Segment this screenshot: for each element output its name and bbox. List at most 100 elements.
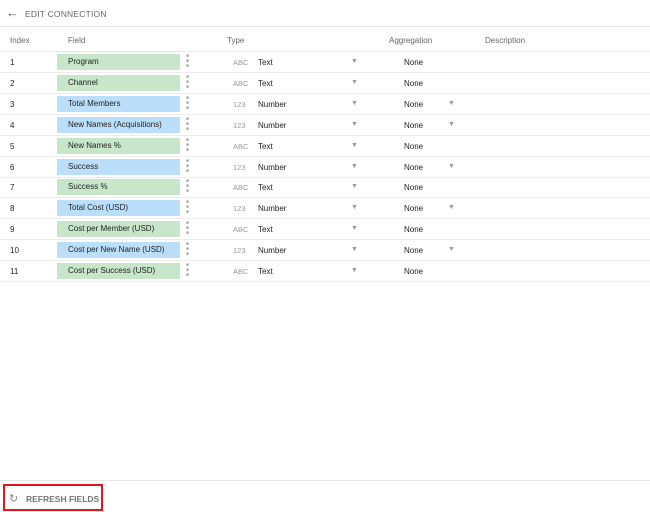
field-chip[interactable]: Program bbox=[57, 54, 180, 70]
row-index: 6 bbox=[10, 162, 15, 172]
top-bar: ← EDIT CONNECTION bbox=[0, 0, 650, 27]
type-select[interactable]: Text bbox=[258, 142, 273, 151]
more-vert-icon[interactable]: • • • bbox=[185, 93, 190, 113]
aggregation-dropdown-arrow-icon[interactable]: ▼ bbox=[448, 121, 455, 128]
table-row: 7 Success % • • • ABC Text ▼ None bbox=[0, 177, 650, 199]
table-row: 6 Success • • • 123 Number ▼ None ▼ bbox=[0, 156, 650, 178]
table-row: 5 New Names % • • • ABC Text ▼ None bbox=[0, 135, 650, 157]
type-icon: ABC bbox=[233, 141, 249, 151]
table-row: 2 Channel • • • ABC Text ▼ None bbox=[0, 72, 650, 94]
type-icon: ABC bbox=[233, 78, 249, 88]
type-dropdown-arrow-icon[interactable]: ▼ bbox=[351, 100, 358, 107]
type-select[interactable]: Text bbox=[258, 225, 273, 234]
more-vert-icon[interactable]: • • • bbox=[185, 240, 190, 260]
row-index: 5 bbox=[10, 141, 15, 151]
field-chip[interactable]: Success bbox=[57, 158, 180, 175]
type-select[interactable]: Text bbox=[258, 79, 273, 88]
type-icon: 123 bbox=[233, 246, 246, 256]
type-select[interactable]: Text bbox=[258, 183, 273, 192]
field-chip[interactable]: Total Cost (USD) bbox=[57, 200, 180, 217]
aggregation-select[interactable]: None bbox=[404, 121, 423, 130]
more-vert-icon[interactable]: • • • bbox=[185, 135, 190, 155]
aggregation-select[interactable]: None bbox=[404, 204, 423, 213]
type-select[interactable]: Text bbox=[258, 58, 273, 67]
type-dropdown-arrow-icon[interactable]: ▼ bbox=[351, 163, 358, 170]
column-header-index: Index bbox=[10, 36, 30, 45]
table-row: 9 Cost per Member (USD) • • • ABC Text ▼ N… bbox=[0, 219, 650, 241]
more-vert-icon[interactable]: • • • bbox=[185, 52, 190, 72]
row-index: 3 bbox=[10, 99, 15, 109]
refresh-icon: ↻ bbox=[9, 493, 19, 505]
field-chip[interactable]: Total Members bbox=[57, 95, 180, 112]
type-select[interactable]: Text bbox=[258, 267, 273, 276]
field-chip[interactable]: Channel bbox=[57, 74, 180, 91]
more-vert-icon[interactable]: • • • bbox=[185, 261, 190, 281]
type-dropdown-arrow-icon[interactable]: ▼ bbox=[351, 246, 358, 253]
field-chip[interactable]: Cost per New Name (USD) bbox=[57, 242, 180, 259]
aggregation-dropdown-arrow-icon[interactable]: ▼ bbox=[448, 204, 455, 211]
type-dropdown-arrow-icon[interactable]: ▼ bbox=[351, 58, 358, 65]
type-select[interactable]: Number bbox=[258, 246, 286, 255]
aggregation-select[interactable]: None bbox=[404, 163, 423, 172]
more-vert-icon[interactable]: • • • bbox=[185, 219, 190, 239]
type-dropdown-arrow-icon[interactable]: ▼ bbox=[351, 183, 358, 190]
type-icon: 123 bbox=[233, 120, 246, 130]
field-chip[interactable]: Cost per Success (USD) bbox=[57, 263, 180, 279]
aggregation-select: None bbox=[404, 58, 424, 67]
more-vert-icon[interactable]: • • • bbox=[185, 177, 190, 197]
type-dropdown-arrow-icon[interactable]: ▼ bbox=[351, 121, 358, 128]
type-dropdown-arrow-icon[interactable]: ▼ bbox=[351, 204, 358, 211]
column-header-description: Description bbox=[485, 36, 526, 45]
table-row: 11 Cost per Success (USD) • • • ABC Text ▼… bbox=[0, 261, 650, 282]
type-icon: 123 bbox=[233, 162, 246, 172]
field-chip[interactable]: Cost per Member (USD) bbox=[57, 221, 180, 238]
more-vert-icon[interactable]: • • • bbox=[185, 156, 190, 176]
aggregation-select[interactable]: None bbox=[404, 100, 423, 109]
field-chip[interactable]: New Names % bbox=[57, 137, 180, 154]
row-index: 1 bbox=[10, 58, 15, 67]
column-header-field: Field bbox=[68, 36, 86, 45]
column-header-aggregation: Aggregation bbox=[389, 36, 433, 45]
more-vert-icon[interactable]: • • • bbox=[185, 114, 190, 134]
table-row: 3 Total Members • • • 123 Number ▼ None ▼ bbox=[0, 93, 650, 115]
aggregation-dropdown-arrow-icon[interactable]: ▼ bbox=[448, 246, 455, 253]
more-vert-icon[interactable]: • • • bbox=[185, 72, 190, 92]
refresh-fields-button[interactable]: ↻ REFRESH FIELDS bbox=[3, 484, 103, 511]
page-title: EDIT CONNECTION bbox=[25, 9, 107, 19]
row-index: 4 bbox=[10, 120, 15, 130]
table-row: 1 Program • • • ABC Text ▼ None bbox=[0, 52, 650, 73]
aggregation-select: None bbox=[404, 225, 424, 235]
type-icon: ABC bbox=[233, 267, 249, 276]
refresh-fields-label: REFRESH FIELDS bbox=[26, 494, 100, 504]
type-dropdown-arrow-icon[interactable]: ▼ bbox=[351, 142, 358, 149]
aggregation-select: None bbox=[404, 141, 424, 151]
type-select[interactable]: Number bbox=[258, 204, 286, 213]
type-select[interactable]: Number bbox=[258, 100, 286, 109]
type-icon: 123 bbox=[233, 99, 246, 109]
type-icon: ABC bbox=[233, 225, 249, 235]
aggregation-select: None bbox=[404, 267, 424, 276]
row-index: 11 bbox=[10, 267, 19, 276]
type-select[interactable]: Number bbox=[258, 121, 286, 130]
arrow-left-icon[interactable]: ← bbox=[6, 6, 20, 20]
table-row: 4 New Names (Acquisitions) • • • 123 Numbe… bbox=[0, 114, 650, 136]
aggregation-select[interactable]: None bbox=[404, 246, 423, 255]
field-chip[interactable]: New Names (Acquisitions) bbox=[57, 116, 180, 133]
row-index: 2 bbox=[10, 78, 15, 88]
type-icon: ABC bbox=[233, 58, 249, 67]
aggregation-select: None bbox=[404, 78, 424, 88]
type-select[interactable]: Number bbox=[258, 163, 286, 172]
more-vert-icon[interactable]: • • • bbox=[185, 198, 190, 218]
table-header: Index Field Type Aggregation Description bbox=[0, 27, 650, 52]
aggregation-dropdown-arrow-icon[interactable]: ▼ bbox=[448, 100, 455, 107]
type-dropdown-arrow-icon[interactable]: ▼ bbox=[351, 225, 358, 232]
type-dropdown-arrow-icon[interactable]: ▼ bbox=[351, 267, 358, 274]
field-chip[interactable]: Success % bbox=[57, 179, 180, 196]
row-index: 9 bbox=[10, 225, 15, 235]
type-dropdown-arrow-icon[interactable]: ▼ bbox=[351, 79, 358, 86]
row-index: 7 bbox=[10, 183, 15, 193]
table-row: 10 Cost per New Name (USD) • • • 123 Numbe… bbox=[0, 240, 650, 262]
aggregation-select: None bbox=[404, 183, 424, 193]
table-row: 8 Total Cost (USD) • • • 123 Number ▼ None… bbox=[0, 198, 650, 220]
aggregation-dropdown-arrow-icon[interactable]: ▼ bbox=[448, 163, 455, 170]
